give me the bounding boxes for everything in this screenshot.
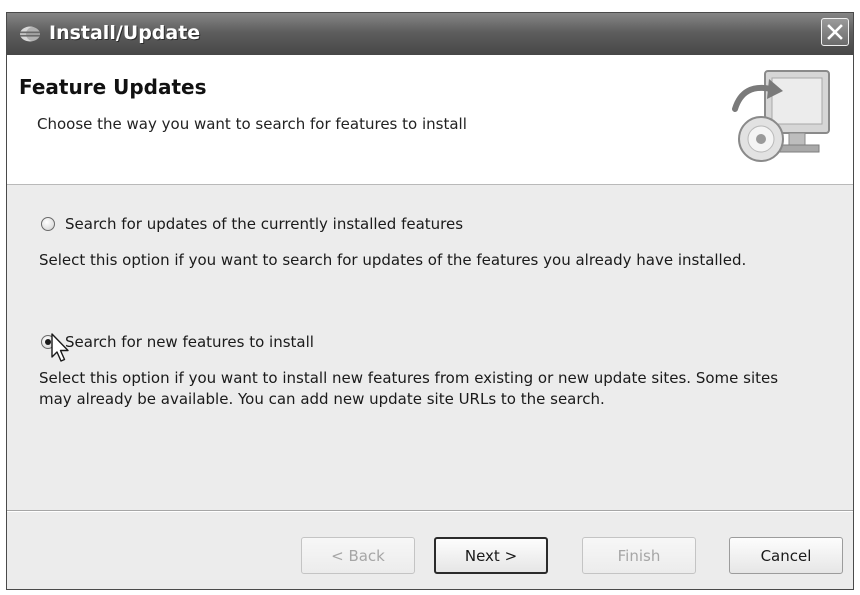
button-bar-divider [7, 510, 853, 512]
page-description: Choose the way you want to search for fe… [37, 115, 467, 133]
window-title: Install/Update [49, 22, 201, 44]
close-button[interactable] [821, 18, 849, 46]
option-search-updates-label[interactable]: Search for updates of the currently inst… [65, 215, 463, 233]
page-title: Feature Updates [19, 75, 207, 99]
title-bar[interactable]: Install/Update [7, 13, 853, 55]
option-search-new-features[interactable]: Search for new features to install [41, 333, 314, 351]
install-update-dialog: Install/Update Feature Updates Choose th… [6, 12, 854, 590]
option-search-updates-description: Select this option if you want to search… [39, 251, 747, 269]
option-search-updates[interactable]: Search for updates of the currently inst… [41, 215, 463, 233]
cancel-button[interactable]: Cancel [729, 537, 843, 574]
options-area: Search for updates of the currently inst… [7, 185, 853, 475]
radio-search-updates[interactable] [41, 217, 55, 231]
eclipse-icon [19, 26, 41, 46]
finish-button[interactable]: Finish [582, 537, 696, 574]
next-button[interactable]: Next > [434, 537, 548, 574]
option-search-new-features-label[interactable]: Search for new features to install [65, 333, 314, 351]
update-monitor-cd-icon [725, 65, 837, 179]
mouse-pointer-icon [51, 333, 73, 367]
back-button[interactable]: < Back [301, 537, 415, 574]
wizard-header: Feature Updates Choose the way you want … [7, 55, 853, 185]
close-icon [827, 24, 843, 40]
option-search-new-features-description: Select this option if you want to instal… [39, 369, 779, 408]
